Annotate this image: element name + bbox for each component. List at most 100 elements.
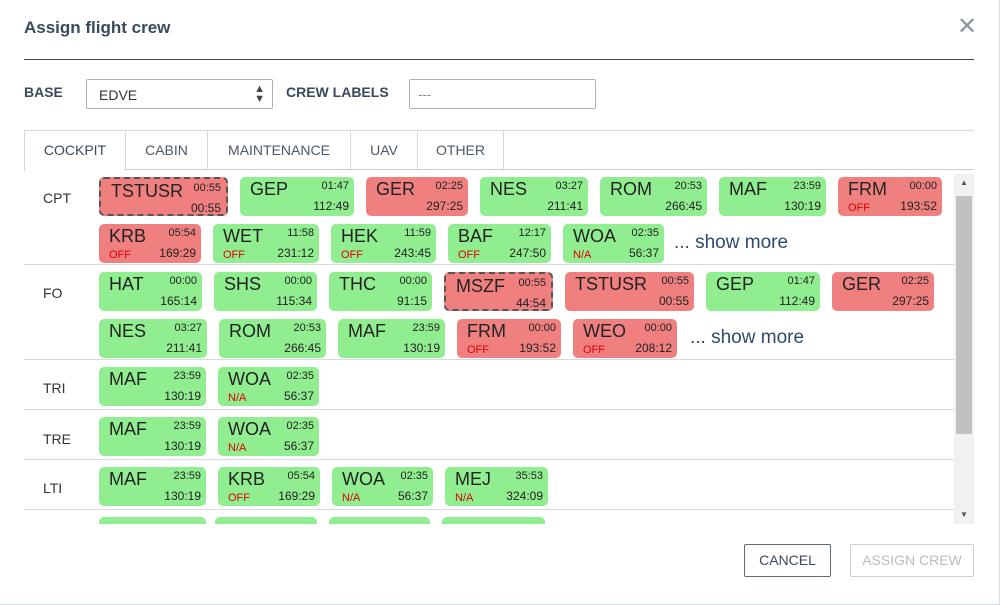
total-time: 91:15	[396, 294, 427, 308]
crew-chip[interactable]: MAF 23:59 130:19	[99, 367, 206, 406]
crew-code: MAF	[109, 469, 147, 489]
crew-chip[interactable]: MAF 23:59 130:19	[99, 417, 206, 456]
scroll-thumb[interactable]	[956, 196, 972, 434]
crew-chip[interactable]: ROM 20:53 266:45	[219, 319, 326, 358]
total-time: 56:37	[628, 246, 659, 260]
total-time: 56:37	[397, 489, 428, 503]
crew-chip[interactable]: MEJ 35:53 324:09 N/A	[445, 467, 548, 506]
crew-row-partial	[24, 510, 954, 524]
crew-chip[interactable]: ROM 20:53 266:45	[600, 177, 707, 216]
crew-row-tre: TRE MAF 23:59 130:19 WOA 02:35 56:37 N/A	[24, 410, 954, 460]
crew-chip[interactable]: NES 03:27 211:41	[99, 319, 207, 358]
duty-time: 20:53	[674, 180, 702, 192]
close-icon[interactable]: ✕	[956, 15, 978, 39]
tab-maintenance[interactable]: MAINTENANCE	[208, 131, 351, 170]
crew-chip[interactable]: WOA 02:35 56:37 N/A	[218, 367, 319, 406]
crew-chip[interactable]: WOA 02:35 56:37 N/A	[218, 417, 319, 456]
duty-time: 11:59	[404, 227, 431, 239]
status-badge: N/A	[455, 492, 474, 504]
scroll-up-icon[interactable]: ▲	[954, 174, 974, 192]
crew-chip[interactable]: SHS 00:00 115:34	[214, 272, 317, 311]
crew-labels-label: CREW LABELS	[286, 84, 389, 100]
total-time: 297:25	[426, 199, 463, 213]
total-time: 115:34	[276, 294, 312, 308]
crew-chip[interactable]	[215, 517, 317, 524]
crew-code: WOA	[573, 226, 616, 246]
show-more-link[interactable]: ... show more	[690, 327, 804, 349]
total-time: 130:19	[403, 341, 440, 355]
cancel-button[interactable]: CANCEL	[744, 544, 831, 577]
base-select[interactable]: EDVE ▲ ▼	[86, 79, 273, 109]
total-time: 112:49	[313, 199, 349, 213]
total-time: 231:12	[277, 246, 314, 260]
duty-time: 12:17	[518, 227, 546, 239]
crew-chip[interactable]: HAT 00:00 165:14	[99, 272, 202, 311]
crew-list: CPT TSTUSR 00:55 00:55 GEP 01:47 112:49 GER 02:2…	[24, 170, 954, 524]
tab-uav[interactable]: UAV	[351, 131, 418, 170]
scroll-down-icon[interactable]: ▼	[954, 506, 974, 524]
crew-code: NES	[109, 321, 147, 341]
duty-time: 00:00	[169, 275, 197, 287]
crew-chip[interactable]	[99, 517, 206, 524]
crew-code: MEJ	[455, 469, 491, 489]
crew-chip[interactable]: KRB 05:54 169:29 OFF	[99, 224, 201, 263]
vertical-scrollbar[interactable]: ▲ ▼	[954, 174, 974, 524]
crew-labels-input[interactable]: ---	[409, 79, 596, 109]
total-time: 00:55	[190, 201, 221, 215]
total-time: 297:25	[892, 294, 929, 308]
crew-chip[interactable]: BAF 12:17 247:50 OFF	[448, 224, 551, 263]
row-label: CPT	[43, 190, 71, 206]
status-badge: OFF	[848, 202, 870, 214]
status-badge: N/A	[228, 392, 247, 404]
crew-chip[interactable]: FRM 00:00 193:52 OFF	[457, 319, 561, 358]
crew-code: WEO	[583, 321, 626, 341]
show-more-link[interactable]: ... show more	[674, 232, 788, 254]
crew-type-tabs: COCKPIT CABIN MAINTENANCE UAV OTHER	[24, 130, 974, 171]
duty-time: 02:35	[286, 370, 314, 382]
duty-time: 05:54	[168, 227, 196, 239]
total-time: 211:41	[547, 199, 583, 213]
crew-code: NES	[490, 179, 528, 199]
crew-chip[interactable]: NES 03:27 211:41	[480, 177, 588, 216]
crew-chip[interactable]: MSZF 00:55 44:54	[444, 272, 553, 311]
assign-crew-dialog: Assign flight crew ✕ BASE EDVE ▲ ▼ CREW L…	[0, 0, 1000, 605]
crew-chip[interactable]: KRB 05:54 169:29 OFF	[218, 467, 320, 506]
crew-code: TSTUSR	[111, 181, 183, 201]
tab-cockpit[interactable]: COCKPIT	[24, 131, 126, 171]
crew-row-cpt: CPT TSTUSR 00:55 00:55 GEP 01:47 112:49 GER 02:2…	[24, 170, 954, 265]
crew-chip[interactable]: TSTUSR 00:55 00:55	[565, 272, 694, 311]
crew-chip[interactable]: HEK 11:59 243:45 OFF	[331, 224, 436, 263]
total-time: 211:41	[166, 341, 202, 355]
total-time: 266:45	[284, 341, 321, 355]
crew-chip[interactable]: WEO 00:00 208:12 OFF	[573, 319, 677, 358]
tab-cabin[interactable]: CABIN	[126, 131, 208, 170]
crew-chip[interactable]: WOA 02:35 56:37 N/A	[332, 467, 433, 506]
crew-chip[interactable]: TSTUSR 00:55 00:55	[99, 177, 228, 216]
crew-chip[interactable]: WET 11:58 231:12 OFF	[213, 224, 319, 263]
crew-chip[interactable]	[329, 517, 430, 524]
crew-chip[interactable]: MAF 23:59 130:19	[338, 319, 445, 358]
crew-code: TSTUSR	[575, 274, 647, 294]
total-time: 243:45	[394, 246, 431, 260]
crew-code: WET	[223, 226, 263, 246]
duty-time: 00:55	[518, 277, 546, 289]
crew-chip[interactable]: GER 02:25 297:25	[366, 177, 468, 216]
status-badge: OFF	[109, 249, 131, 261]
crew-chip[interactable]: WOA 02:35 56:37 N/A	[563, 224, 664, 263]
crew-chip[interactable]: FRM 00:00 193:52 OFF	[838, 177, 942, 216]
crew-code: FRM	[467, 321, 506, 341]
crew-chip[interactable]	[442, 517, 545, 524]
total-time: 193:52	[519, 341, 556, 355]
crew-chip[interactable]: MAF 23:59 130:19	[719, 177, 826, 216]
crew-row-lti: LTI MAF 23:59 130:19 KRB 05:54 169:29 OFF WOA 02:…	[24, 460, 954, 510]
crew-chip[interactable]: GER 02:25 297:25	[832, 272, 934, 311]
crew-code: MAF	[348, 321, 386, 341]
crew-chip[interactable]: THC 00:00 91:15	[329, 272, 432, 311]
duty-time: 11:58	[287, 227, 314, 239]
tab-other[interactable]: OTHER	[418, 131, 504, 170]
crew-chip[interactable]: GEP 01:47 112:49	[240, 177, 354, 216]
crew-chip[interactable]: MAF 23:59 130:19	[99, 467, 206, 506]
assign-crew-button[interactable]: ASSIGN CREW	[850, 544, 974, 577]
crew-chip[interactable]: GEP 01:47 112:49	[706, 272, 820, 311]
status-badge: OFF	[223, 249, 245, 261]
